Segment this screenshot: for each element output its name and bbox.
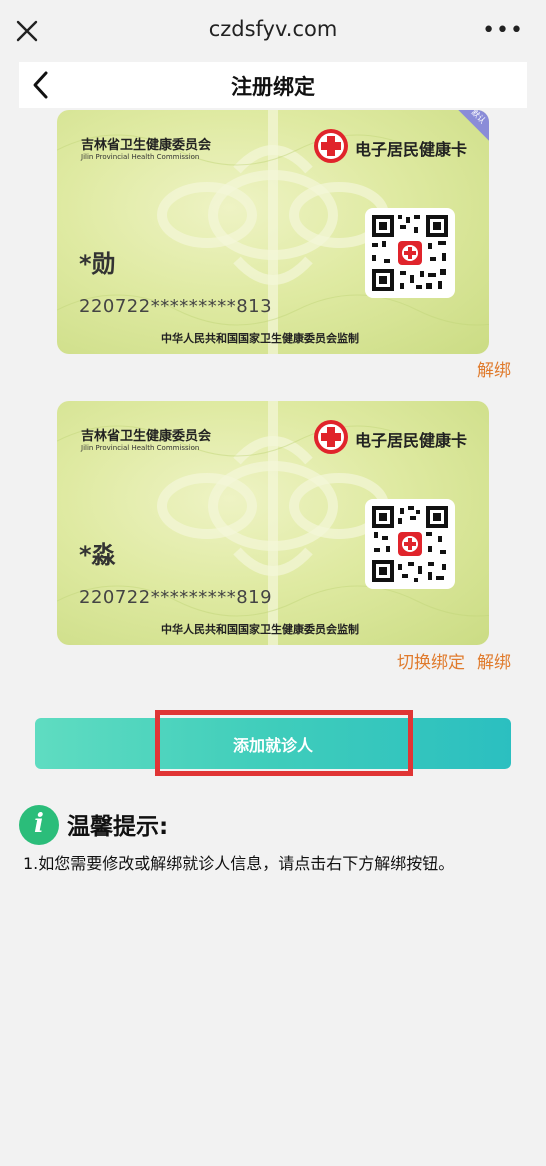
qr-code-graphic xyxy=(372,506,448,582)
card-id-number: 220722*********813 xyxy=(79,296,273,317)
page-title: 注册绑定 xyxy=(231,75,315,99)
card-footer: 中华人民共和国国家卫生健康委员会监制 xyxy=(161,623,359,636)
qr-code-icon[interactable] xyxy=(365,208,455,298)
card-holder-name: *勋 xyxy=(79,250,116,278)
browser-bar: czdsfyv.com ••• xyxy=(0,0,546,62)
page-header: 注册绑定 xyxy=(19,62,527,108)
tips-title: 温馨提示: xyxy=(67,814,169,840)
card-issuer-en: Jilin Provincial Health Commission xyxy=(81,444,200,452)
card-issuer-en: Jilin Provincial Health Commission xyxy=(81,153,200,161)
more-menu-icon[interactable]: ••• xyxy=(482,18,524,43)
card-id-number: 220722*********819 xyxy=(79,587,273,608)
red-cross-logo-icon xyxy=(314,129,348,163)
card-brand: 电子居民健康卡 xyxy=(355,140,468,159)
card-footer: 中华人民共和国国家卫生健康委员会监制 xyxy=(161,332,359,345)
red-cross-logo-icon xyxy=(314,420,348,454)
card-holder-name: *淼 xyxy=(79,541,116,569)
page-url: czdsfyv.com xyxy=(208,17,338,41)
card-brand: 电子居民健康卡 xyxy=(355,431,468,450)
card-issuer: 吉林省卫生健康委员会 xyxy=(81,429,212,444)
qr-code-graphic xyxy=(372,215,448,291)
info-icon: i xyxy=(19,805,59,845)
tips-text: 1.如您需要修改或解绑就诊人信息，请点击右下方解绑按钮。 xyxy=(23,854,455,873)
card-issuer: 吉林省卫生健康委员会 xyxy=(81,138,212,153)
highlight-annotation-box xyxy=(155,710,413,776)
unbind-link[interactable]: 解绑 xyxy=(477,356,511,381)
health-card[interactable]: 默认 吉林省卫生健康委员会 Jilin Provincial Health Co… xyxy=(57,110,489,354)
health-card[interactable]: 吉林省卫生健康委员会 Jilin Provincial Health Commi… xyxy=(57,401,489,645)
qr-code-icon[interactable] xyxy=(365,499,455,589)
switch-binding-link[interactable]: 切换绑定 xyxy=(397,648,465,673)
unbind-link[interactable]: 解绑 xyxy=(477,648,511,673)
